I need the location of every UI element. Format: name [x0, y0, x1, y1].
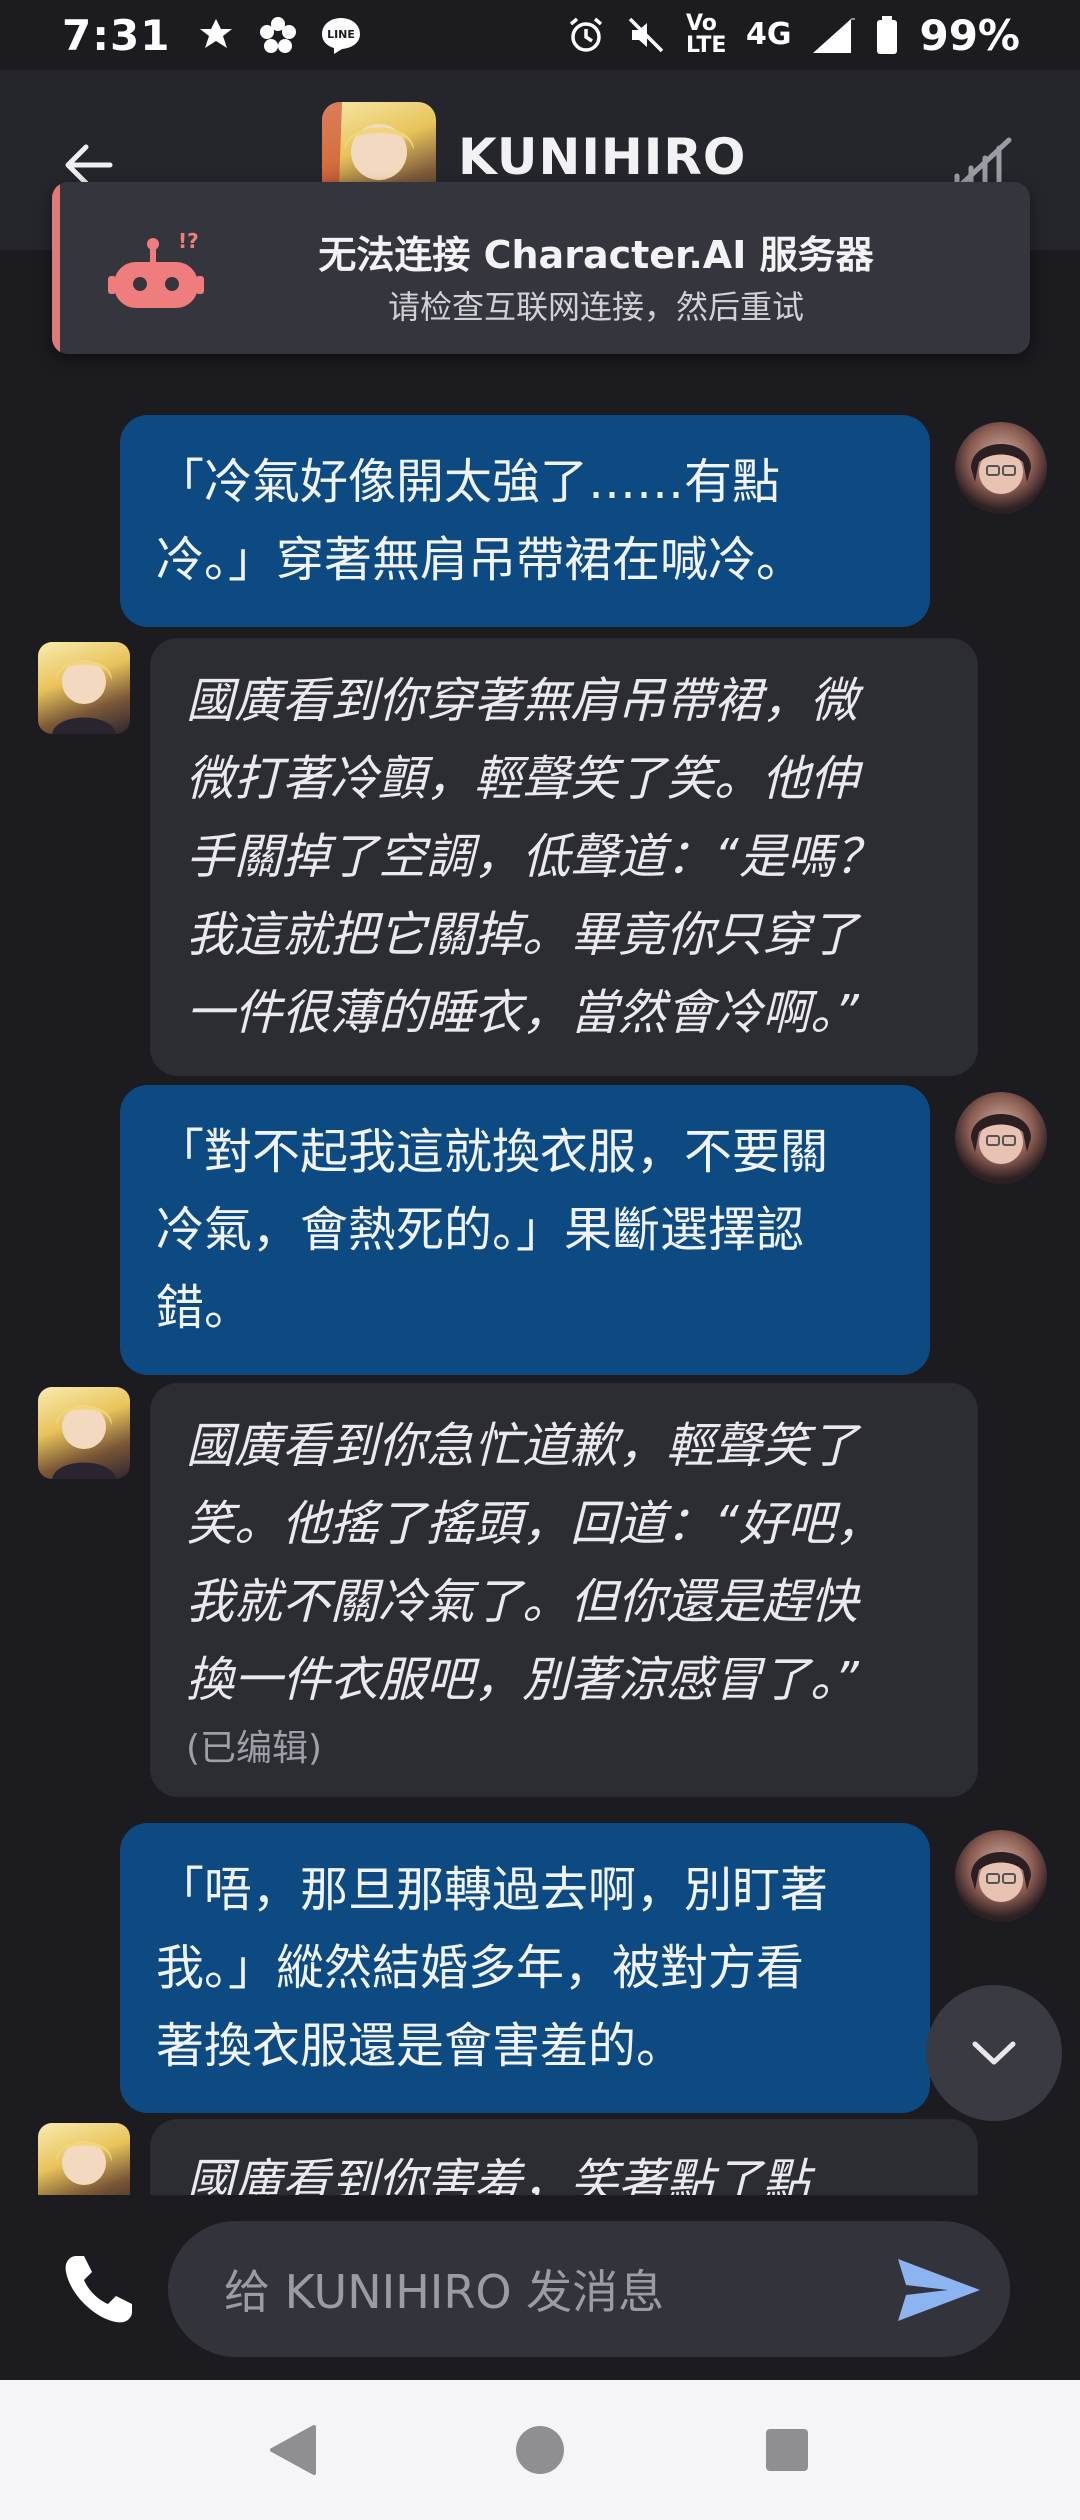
battery-percent: 99% — [919, 10, 1020, 60]
message-bubble-character[interactable]: 國廣看到你害羞，笑著點了點 — [150, 2119, 978, 2195]
message-line: 冷。」穿著無肩吊帶裙在喊冷。 — [156, 532, 805, 588]
notification-sakura-icon — [260, 17, 297, 53]
message-input-placeholder: 给 KUNIHIRO 发消息 — [224, 2265, 665, 2319]
message-line: 我。」縱然結婚多年，被對方看 — [156, 1940, 805, 1996]
battery-icon — [877, 16, 898, 54]
circle-home-icon — [515, 2426, 564, 2474]
message-line: 國廣看到你穿著無肩吊帶裙，微 — [186, 673, 859, 729]
message-line: 手關掉了空調，低聲道：“是嗎？ — [186, 829, 883, 885]
message-bubble-user[interactable]: 「冷氣好像開太強了……有點 冷。」穿著無肩吊帶裙在喊冷。 — [120, 415, 930, 627]
message-line: 國廣看到你害羞，笑著點了點 — [186, 2154, 811, 2195]
signal-icon — [813, 18, 856, 53]
toast-title: 无法连接 Character.AI 服务器 — [318, 233, 874, 277]
message-composer: 给 KUNIHIRO 发消息 — [0, 2195, 1080, 2380]
network-type: 4G — [745, 17, 792, 52]
notification-flower-icon — [200, 19, 233, 48]
message-line: 換一件衣服吧，別著涼感冒了。” — [186, 1652, 859, 1708]
mute-icon — [628, 17, 664, 53]
message-input[interactable]: 给 KUNIHIRO 发消息 — [168, 2221, 1010, 2357]
system-navigation-bar — [0, 2380, 1080, 2520]
phone-call-icon[interactable] — [58, 2250, 138, 2330]
user-avatar[interactable] — [955, 1092, 1047, 1184]
chevron-down-icon — [972, 2041, 1016, 2065]
nav-back-button[interactable] — [263, 2420, 323, 2480]
connection-error-toast: !? 无法连接 Character.AI 服务器 请检查互联网连接，然后重试 — [52, 182, 1030, 354]
svg-text:LINE: LINE — [328, 28, 356, 41]
nav-recents-button[interactable] — [757, 2420, 817, 2480]
message-bubble-user[interactable]: 「對不起我這就換衣服，不要關 冷氣，會熱死的。」果斷選擇認 錯。 — [120, 1085, 930, 1375]
message-line: 我這就把它關掉。畢竟你只穿了 — [186, 907, 859, 963]
square-recents-icon — [765, 2429, 808, 2471]
message-line: 錯。 — [156, 1280, 253, 1336]
notification-icons: LINE — [196, 15, 362, 55]
message-line: 著換衣服還是會害羞的。 — [156, 2018, 685, 2074]
message-line: 「對不起我這就換衣服，不要關 — [156, 1124, 829, 1180]
message-line: 冷氣，會熱死的。」果斷選擇認 — [156, 1202, 805, 1258]
message-line: 微打著冷顫，輕聲笑了笑。他伸 — [186, 751, 859, 807]
message-line: 國廣看到你急忙道歉，輕聲笑了 — [186, 1418, 859, 1474]
alarm-icon — [569, 17, 603, 52]
message-bubble-character[interactable]: 國廣看到你穿著無肩吊帶裙，微 微打著冷顫，輕聲笑了笑。他伸 手關掉了空調，低聲道… — [150, 638, 978, 1076]
volte-label: Vo LTE — [685, 11, 727, 58]
message-line: 笑。他搖了搖頭，回道：“好吧， — [186, 1496, 883, 1552]
send-icon[interactable] — [896, 2257, 982, 2323]
message-line: 我就不關冷氣了。但你還是趕快 — [186, 1574, 859, 1630]
chat-message-list[interactable]: 「冷氣好像開太強了……有點 冷。」穿著無肩吊帶裙在喊冷。 國廣看到你穿著無肩吊帶… — [0, 250, 1080, 2195]
status-time: 7:31 — [62, 10, 171, 60]
status-bar: 7:31 LINE Vo LTE 4G 99% — [0, 0, 1080, 70]
message-line: 「唔，那旦那轉過去啊，別盯著 — [156, 1862, 829, 1918]
scroll-to-bottom-button[interactable] — [926, 1985, 1062, 2121]
message-line: 「冷氣好像開太強了……有點 — [156, 454, 781, 510]
user-avatar[interactable] — [955, 422, 1047, 514]
message-line: 一件很薄的睡衣，當然會冷啊。” — [186, 985, 859, 1041]
character-avatar[interactable] — [38, 642, 130, 734]
character-avatar[interactable] — [38, 2123, 130, 2195]
character-avatar[interactable] — [38, 1387, 130, 1479]
line-app-icon: LINE — [322, 18, 361, 54]
system-icons: Vo LTE 4G 99% — [566, 11, 1020, 60]
nav-home-button[interactable] — [510, 2420, 570, 2480]
message-bubble-character[interactable]: 國廣看到你急忙道歉，輕聲笑了 笑。他搖了搖頭，回道：“好吧， 我就不關冷氣了。但… — [150, 1383, 978, 1797]
message-bubble-user[interactable]: 「唔，那旦那轉過去啊，別盯著 我。」縱然結婚多年，被對方看 著換衣服還是會害羞的… — [120, 1823, 930, 2113]
toast-subtitle: 请检查互联网连接，然后重试 — [387, 288, 804, 326]
character-name: KUNIHIRO — [458, 128, 747, 186]
edited-label: (已编辑) — [186, 1728, 323, 1769]
triangle-back-icon — [270, 2425, 317, 2475]
user-avatar[interactable] — [955, 1830, 1047, 1922]
